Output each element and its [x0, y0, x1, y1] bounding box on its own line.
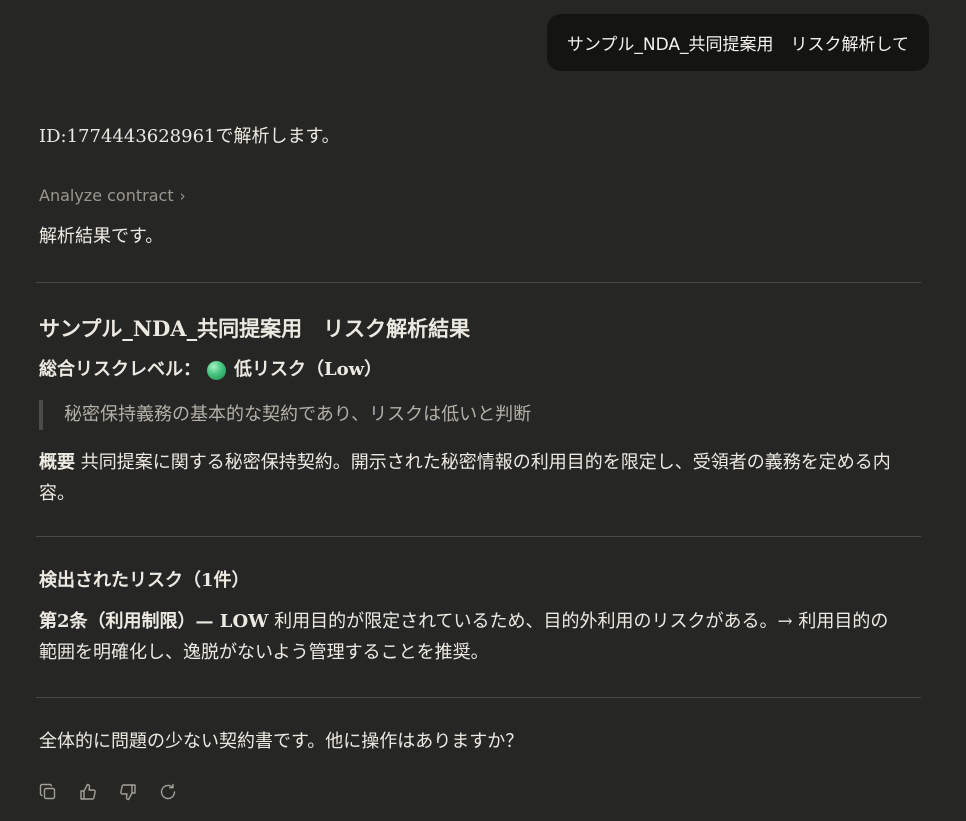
report-title: サンプル_NDA_共同提案用 リスク解析結果 [39, 316, 471, 341]
message-actions [38, 782, 178, 802]
summary-text: 共同提案に関する秘密保持契約。開示された秘密情報の利用目的を限定し、受領者の義務… [39, 452, 891, 504]
risk-quote-text: 秘密保持義務の基本的な契約であり、リスクは低いと判断 [64, 404, 532, 425]
user-message-bubble: サンプル_NDA_共同提案用 リスク解析して [546, 14, 929, 71]
retry-button[interactable] [158, 782, 178, 802]
divider [36, 282, 921, 283]
summary-label: 概要 [39, 452, 75, 473]
risk-item-label: 第2条（利用制限）— LOW [39, 611, 269, 632]
closing-message: 全体的に問題の少ない契約書です。他に操作はありますか？ [39, 731, 524, 752]
overall-risk-level: 総合リスクレベル： 低リスク（Low） [39, 357, 921, 383]
copy-button[interactable] [38, 782, 58, 802]
tool-call-toggle[interactable]: Analyze contract › [39, 184, 921, 208]
thumbs-down-icon [120, 784, 136, 801]
risk-item: 第2条（利用制限）— LOW 利用目的が限定されているため、目的外利用のリスクが… [39, 606, 899, 668]
thumbs-up-icon [80, 783, 96, 800]
green-circle-icon [207, 360, 226, 380]
tool-call-label: Analyze contract [39, 186, 174, 205]
summary-paragraph: 概要 共同提案に関する秘密保持契約。開示された秘密情報の利用目的を限定し、受領者… [39, 447, 899, 509]
copy-icon [39, 783, 56, 800]
thumbs-down-button[interactable] [118, 782, 138, 802]
thumbs-up-button[interactable] [78, 782, 98, 802]
overall-risk-value: 低リスク（Low） [234, 359, 383, 380]
assistant-intro: ID:1774443628961で解析します。 [39, 126, 340, 147]
divider [36, 536, 921, 537]
risks-heading: 検出されたリスク（1件） [39, 570, 250, 591]
retry-icon [160, 783, 176, 800]
result-intro: 解析結果です。 [39, 226, 164, 247]
overall-risk-label: 総合リスクレベル： [39, 359, 201, 380]
chevron-right-icon: › [179, 187, 186, 205]
user-message-text: サンプル_NDA_共同提案用 リスク解析して [566, 35, 909, 55]
divider [36, 697, 921, 698]
risk-quote: 秘密保持義務の基本的な契約であり、リスクは低いと判断 [39, 400, 899, 430]
